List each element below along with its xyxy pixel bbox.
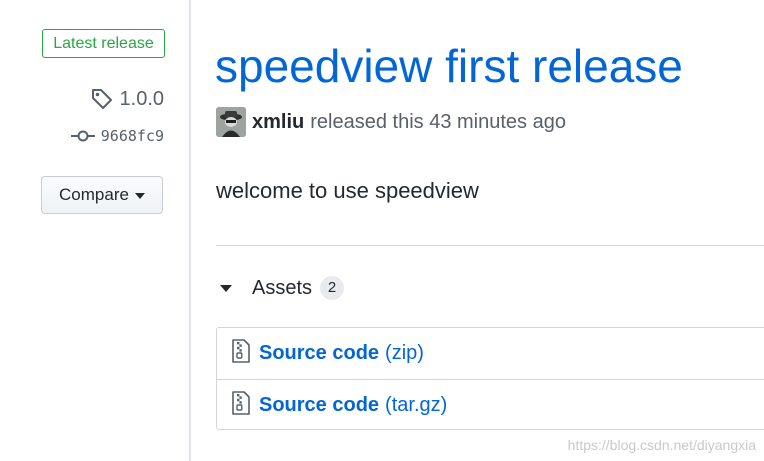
asset-ext[interactable]: (tar.gz) xyxy=(385,394,447,417)
compare-button-label: Compare xyxy=(59,185,129,204)
release-sidebar: Latest release 1.0.0 9668fc9 Compare xyxy=(0,0,190,461)
latest-release-badge: Latest release xyxy=(42,29,165,58)
file-zip-icon xyxy=(231,390,251,421)
release-tag[interactable]: 1.0.0 xyxy=(90,86,164,112)
assets-toggle[interactable]: Assets 2 xyxy=(220,273,345,303)
asset-item[interactable]: Source code (zip) xyxy=(217,328,764,379)
release-time: released this 43 minutes ago xyxy=(310,110,566,133)
tag-icon xyxy=(90,87,114,111)
release-divider xyxy=(216,245,764,246)
release-title[interactable]: speedview first release xyxy=(215,38,683,94)
sidebar-divider xyxy=(189,0,191,461)
file-zip-icon xyxy=(231,338,251,369)
avatar-image xyxy=(216,107,246,137)
assets-heading: Assets xyxy=(252,276,313,299)
release-body: welcome to use speedview xyxy=(216,178,479,203)
assets-list: Source code (zip) Source code (tar.gz) xyxy=(216,327,764,430)
asset-link-label[interactable]: Source code xyxy=(259,342,379,365)
tag-label: 1.0.0 xyxy=(119,87,164,110)
caret-down-icon xyxy=(134,193,145,199)
release-author[interactable]: xmliu xyxy=(252,111,304,134)
asset-link-label[interactable]: Source code xyxy=(259,394,379,417)
asset-ext[interactable]: (zip) xyxy=(385,342,424,365)
asset-item[interactable]: Source code (tar.gz) xyxy=(217,379,764,431)
release-commit[interactable]: 9668fc9 xyxy=(70,126,164,146)
avatar[interactable] xyxy=(216,107,246,137)
commit-sha: 9668fc9 xyxy=(100,127,164,145)
compare-button[interactable]: Compare xyxy=(41,176,163,214)
release-meta: xmliu released this 43 minutes ago xyxy=(216,107,566,137)
triangle-down-icon xyxy=(220,284,232,292)
git-commit-icon xyxy=(70,129,95,143)
watermark: https://blog.csdn.net/diyangxia xyxy=(567,437,756,453)
assets-count-badge: 2 xyxy=(320,276,345,300)
